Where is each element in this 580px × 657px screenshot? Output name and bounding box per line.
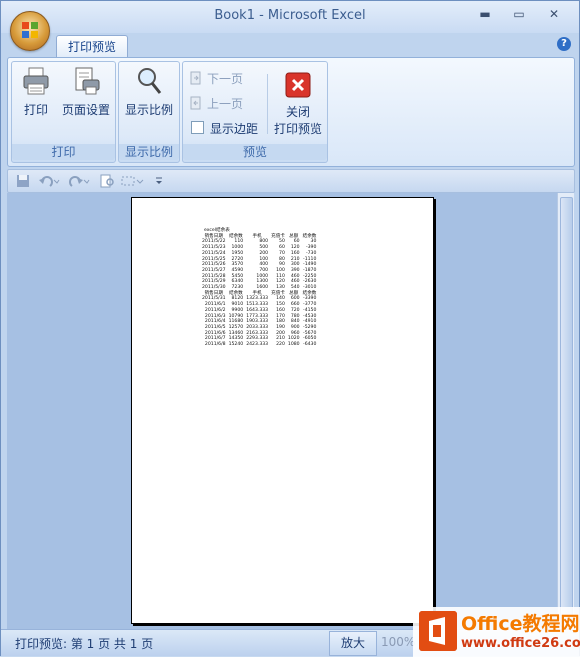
minimize-button[interactable]: ▬ bbox=[475, 7, 495, 21]
close-line1: 关闭 bbox=[285, 105, 310, 119]
group-preview: 下一页 上一页 显示边距 关闭 打印预览 预览 bbox=[182, 61, 328, 163]
sheet-cell: 1513.333 bbox=[246, 302, 269, 308]
sheet-cell: 2011/5/24 bbox=[202, 250, 226, 256]
vertical-scrollbar[interactable] bbox=[557, 193, 574, 629]
watermark-line2: www.office26.com bbox=[461, 636, 580, 651]
status-text: 打印预览: 第 1 页 共 1 页 bbox=[15, 637, 154, 651]
office-watermark-icon bbox=[419, 611, 457, 651]
group-zoom-label: 显示比例 bbox=[119, 144, 179, 160]
sheet-cell: 2011/5/27 bbox=[202, 267, 226, 273]
print-preview-icon[interactable] bbox=[100, 174, 116, 188]
close-line2: 打印预览 bbox=[273, 122, 322, 136]
magnifier-icon bbox=[138, 68, 162, 94]
page-setup-label: 页面设置 bbox=[61, 103, 110, 117]
excel-window: Book1 - Microsoft Excel ▬ ▭ ✕ 打印预览 ? 打印 … bbox=[0, 0, 580, 657]
undo-icon[interactable] bbox=[38, 174, 60, 188]
sheet-cell: 1080 bbox=[287, 342, 300, 348]
sheet-table: 销售日期 结余数 手机 充值卡 总额 结余数 2011/5/22 110 800 50 60 30 20… bbox=[202, 234, 319, 348]
printer-icon bbox=[23, 67, 49, 95]
redo-icon[interactable] bbox=[68, 174, 90, 188]
prev-page-icon bbox=[190, 96, 201, 110]
sheet-cell: 1643.333 bbox=[246, 307, 269, 313]
next-page-icon bbox=[190, 71, 201, 85]
scroll-thumb[interactable] bbox=[560, 197, 573, 627]
watermark: Office教程网 www.office26.com bbox=[413, 607, 580, 657]
sheet-cell: -6430 bbox=[303, 342, 317, 348]
close-preview-button[interactable]: 关闭 打印预览 bbox=[271, 72, 325, 137]
sheet-row: 2011/6/8 15240 2423.333 220 1080 -6430 bbox=[202, 342, 319, 348]
preview-page: excel结余表 销售日期 结余数 手机 充值卡 总额 结余数 2011/5/22 110 80… bbox=[131, 197, 434, 624]
sheet-cell: 2011/6/2 bbox=[204, 307, 226, 313]
next-page-button[interactable]: 下一页 bbox=[189, 70, 243, 87]
page-setup-button[interactable]: 页面设置 bbox=[60, 66, 112, 118]
save-icon[interactable] bbox=[16, 174, 30, 188]
dotted-box-icon[interactable] bbox=[120, 174, 144, 188]
group-print-label: 打印 bbox=[12, 144, 115, 160]
sheet-cell: 2011/5/23 bbox=[202, 245, 226, 251]
sheet-cell: 2011/5/30 bbox=[202, 285, 226, 291]
ribbon-tab-row: 打印预览 ? bbox=[1, 33, 579, 58]
sheet-content: excel结余表 销售日期 结余数 手机 充值卡 总额 结余数 2011/5/22 110 80… bbox=[202, 228, 319, 348]
ribbon: 打印 页面设置 打印 显示比例 显示比例 下一页 上一页 显示边距 关闭 打印预… bbox=[7, 57, 575, 167]
title-bar: Book1 - Microsoft Excel ▬ ▭ ✕ bbox=[1, 1, 579, 33]
help-icon[interactable]: ? bbox=[557, 37, 571, 51]
zoom-label: 显示比例 bbox=[124, 103, 173, 117]
show-margins-label: 显示边距 bbox=[210, 122, 259, 136]
next-page-label: 下一页 bbox=[207, 72, 244, 86]
tab-print-preview[interactable]: 打印预览 bbox=[56, 35, 128, 58]
prev-page-button[interactable]: 上一页 bbox=[189, 95, 243, 112]
office-logo-icon bbox=[22, 22, 38, 38]
sheet-cell: 2033.333 bbox=[246, 324, 269, 330]
page-setup-icon bbox=[75, 67, 100, 95]
zoom-in-button[interactable]: 放大 bbox=[329, 631, 377, 656]
prev-page-label: 上一页 bbox=[207, 97, 244, 111]
print-button[interactable]: 打印 bbox=[16, 66, 56, 118]
group-print: 打印 页面设置 打印 bbox=[11, 61, 116, 163]
customize-qat-icon[interactable] bbox=[154, 174, 164, 188]
watermark-line1: Office教程网 bbox=[461, 613, 580, 635]
sheet-cell: 15240 bbox=[228, 342, 244, 348]
checkbox-box bbox=[191, 121, 204, 134]
sheet-cell: 220 bbox=[276, 342, 285, 348]
group-preview-label: 预览 bbox=[183, 144, 327, 160]
close-window-button[interactable]: ✕ bbox=[544, 7, 564, 21]
quick-access-toolbar bbox=[7, 169, 575, 193]
zoom-button[interactable]: 显示比例 bbox=[122, 66, 176, 118]
sheet-cell: 2011/6/8 bbox=[204, 342, 226, 348]
zoom-percent: 100% bbox=[381, 635, 416, 649]
show-margins-checkbox[interactable]: 显示边距 bbox=[191, 120, 258, 137]
close-icon bbox=[285, 72, 311, 98]
sheet-cell: 2011/6/1 bbox=[204, 302, 226, 308]
separator bbox=[267, 74, 268, 134]
maximize-button[interactable]: ▭ bbox=[509, 7, 529, 21]
print-label: 打印 bbox=[23, 103, 48, 117]
group-zoom: 显示比例 显示比例 bbox=[118, 61, 180, 163]
sheet-cell: 2423.333 bbox=[246, 342, 269, 348]
sheet-cell: 2011/6/5 bbox=[204, 324, 226, 330]
office-button[interactable] bbox=[10, 11, 50, 51]
